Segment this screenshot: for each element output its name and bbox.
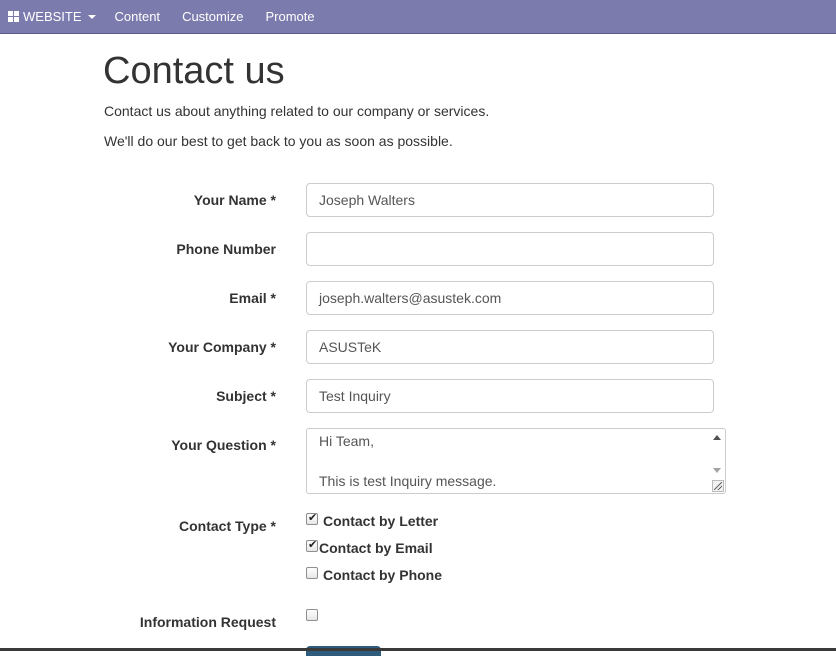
info-request-checkbox[interactable] xyxy=(306,609,318,621)
website-menu-label: WEBSITE xyxy=(23,9,82,24)
contact-letter-checkbox[interactable] xyxy=(306,511,318,525)
company-label: Your Company * xyxy=(168,339,276,355)
contact-phone-label: Contact by Phone xyxy=(323,567,443,583)
intro-text-2: We'll do our best to get back to you as … xyxy=(104,133,453,149)
contact-email-label: Contact by Email xyxy=(319,540,433,556)
promote-menu-button[interactable]: Promote xyxy=(265,0,314,33)
question-label: Your Question * xyxy=(171,437,276,453)
top-navbar: WEBSITE Content Customize Promote xyxy=(0,0,836,34)
caret-down-icon xyxy=(87,15,96,19)
scroll-down-icon[interactable] xyxy=(713,468,721,473)
name-input[interactable]: Joseph Walters xyxy=(306,183,714,217)
content-menu-button[interactable]: Content xyxy=(115,0,183,33)
company-input[interactable]: ASUSTeK xyxy=(306,330,714,364)
question-text: Hi Team, This is test Inquiry message. xyxy=(319,433,497,489)
subject-input[interactable]: Test Inquiry xyxy=(306,379,714,413)
phone-input[interactable] xyxy=(306,232,714,266)
apps-grid-icon xyxy=(8,11,19,22)
name-label: Your Name * xyxy=(193,192,276,208)
contact-letter-label: Contact by Letter xyxy=(323,513,439,529)
resize-handle-icon[interactable] xyxy=(712,480,724,492)
intro-text-1: Contact us about anything related to our… xyxy=(104,103,490,119)
contact-email-checkbox[interactable] xyxy=(306,538,318,552)
subject-label: Subject * xyxy=(216,388,276,404)
info-request-label: Information Request xyxy=(139,614,276,630)
contact-phone-checkbox[interactable] xyxy=(306,567,318,579)
scroll-up-icon[interactable] xyxy=(713,435,721,440)
contact-type-label: Contact Type * xyxy=(179,518,276,534)
question-textarea[interactable]: Hi Team, This is test Inquiry message. xyxy=(306,428,726,494)
website-menu-button[interactable]: WEBSITE xyxy=(0,0,115,33)
phone-label: Phone Number xyxy=(176,241,276,257)
email-label: Email * xyxy=(229,290,276,306)
email-input[interactable]: joseph.walters@asustek.com xyxy=(306,281,714,315)
customize-menu-button[interactable]: Customize xyxy=(182,0,265,33)
page-title: Contact us xyxy=(103,50,285,92)
